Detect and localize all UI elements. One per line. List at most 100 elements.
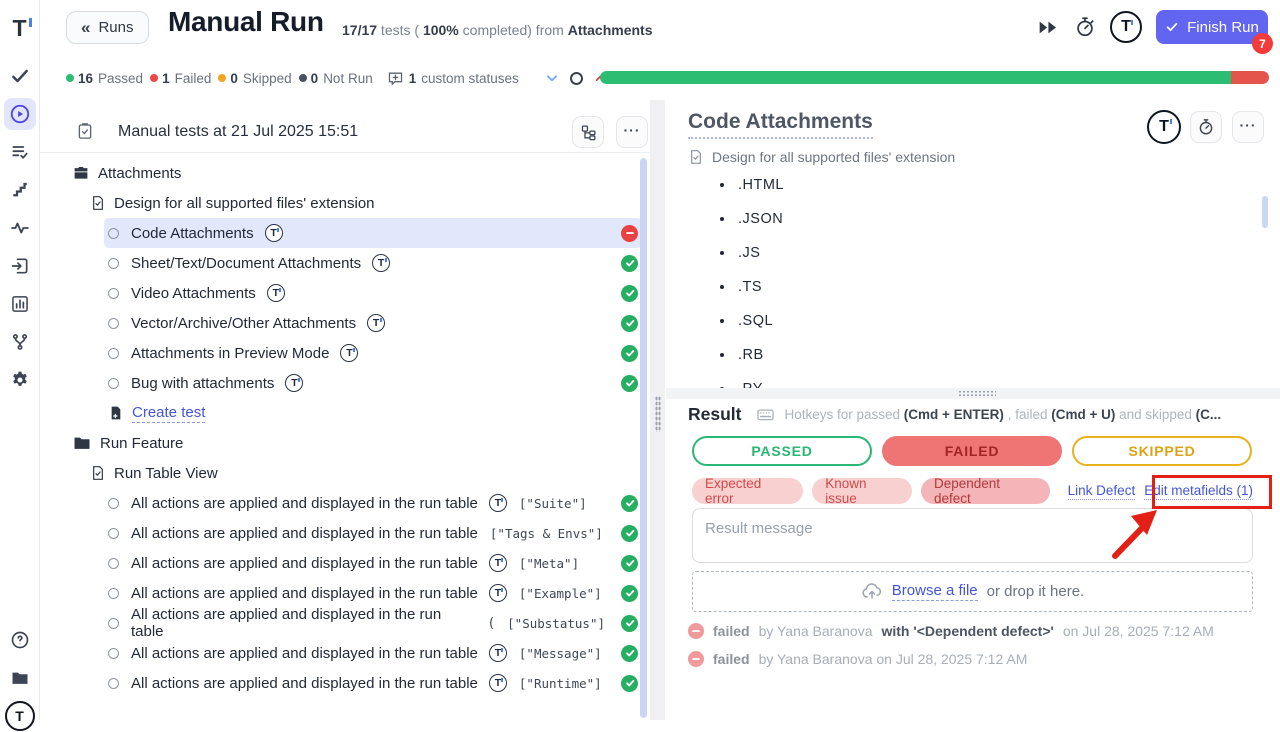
- substatus-pill[interactable]: Expected error: [692, 478, 803, 504]
- automation-badge-icon: T: [340, 344, 358, 362]
- status-passed-icon: [621, 495, 638, 512]
- test-label: Bug with attachments: [131, 375, 274, 392]
- tree-create-test-row[interactable]: Create test: [104, 398, 642, 428]
- create-test-link[interactable]: Create test: [132, 404, 205, 423]
- right-scrollbar-thumb[interactable]: [1262, 196, 1268, 228]
- test-state-circle-icon: [108, 648, 119, 659]
- detail-logo-badge[interactable]: T: [1147, 110, 1181, 144]
- substatus-pill[interactable]: Known issue: [812, 478, 912, 504]
- passed-button[interactable]: PASSED: [692, 436, 872, 466]
- status-dot-icon: [299, 74, 307, 82]
- circle-status-icon[interactable]: [570, 72, 583, 85]
- automation-badge-icon: T: [489, 494, 507, 512]
- tree-feature-row[interactable]: Design for all supported files' extensio…: [90, 188, 642, 218]
- tree-suite-row[interactable]: Attachments: [72, 158, 642, 188]
- link-defect-link[interactable]: Link Defect: [1068, 483, 1136, 500]
- tree-test-row[interactable]: Video AttachmentsT: [104, 278, 642, 308]
- test-label: All actions are applied and displayed in…: [131, 645, 478, 662]
- extension-item: .JSON: [720, 202, 1120, 236]
- custom-statuses[interactable]: 1 custom statuses: [387, 70, 519, 87]
- tree-test-row[interactable]: Attachments in Preview ModeT: [104, 338, 642, 368]
- tree-test-row[interactable]: Code Attachments T: [104, 218, 642, 248]
- status-count-not-run[interactable]: 0Not Run: [299, 71, 373, 86]
- rail-settings-icon[interactable]: [4, 364, 36, 396]
- test-state-circle-icon: [108, 288, 119, 299]
- bullet-icon: [720, 285, 724, 289]
- detail-more-button[interactable]: ···: [1232, 111, 1264, 143]
- document-check-icon: [90, 195, 106, 211]
- test-state-circle-icon: [108, 378, 119, 389]
- test-state-circle-icon: [108, 678, 119, 689]
- stopwatch-icon[interactable]: [1074, 16, 1096, 38]
- bullet-icon: [720, 183, 724, 187]
- tree-test-row[interactable]: All actions are applied and displayed in…: [104, 548, 642, 578]
- browse-file-link[interactable]: Browse a file: [892, 582, 978, 601]
- message-plus-icon: [387, 70, 404, 87]
- header-logo-badge[interactable]: T: [1110, 11, 1142, 43]
- status-dot-icon: [150, 74, 158, 82]
- check-icon: [1165, 20, 1179, 34]
- tree-test-row[interactable]: All actions are applied and displayed in…: [104, 668, 642, 698]
- test-detail-title[interactable]: Code Attachments: [688, 110, 873, 139]
- notification-badge[interactable]: 7: [1252, 33, 1273, 54]
- panel-more-button[interactable]: ···: [616, 116, 648, 148]
- rail-activity-icon[interactable]: [4, 212, 36, 244]
- rail-runs-icon[interactable]: [4, 98, 36, 130]
- rail-branches-icon[interactable]: [4, 326, 36, 358]
- rail-app-logo-icon[interactable]: T: [4, 12, 36, 44]
- failed-button[interactable]: FAILED: [882, 436, 1062, 466]
- rail-analytics-icon[interactable]: [4, 288, 36, 320]
- tree-test-row[interactable]: All actions are applied and displayed in…: [104, 518, 642, 548]
- tree-test-row[interactable]: Bug with attachmentsT: [104, 368, 642, 398]
- section-drag-handle[interactable]: [958, 390, 996, 397]
- status-count-failed[interactable]: 1Failed: [150, 71, 211, 86]
- rail-projects-icon[interactable]: [4, 662, 36, 694]
- app-window: TT « Runs Manual Run 17/17 tests ( 100% …: [0, 0, 1280, 720]
- rail-checks-icon[interactable]: [4, 60, 36, 92]
- status-count-skipped[interactable]: 0Skipped: [218, 71, 291, 86]
- tree-test-row[interactable]: All actions are applied and displayed in…: [104, 488, 642, 518]
- tree-test-row[interactable]: All actions are applied and displayed in…: [104, 638, 642, 668]
- finish-run-button[interactable]: Finish Run: [1156, 10, 1268, 44]
- substatus-pill[interactable]: Dependent defect: [921, 478, 1050, 504]
- automation-badge-icon: T: [265, 224, 283, 242]
- status-passed-icon: [621, 255, 638, 272]
- skipped-button[interactable]: SKIPPED: [1072, 436, 1252, 466]
- rail-test-plans-icon[interactable]: [4, 136, 36, 168]
- status-passed-icon: [621, 525, 638, 542]
- detail-timer-button[interactable]: [1190, 111, 1222, 143]
- test-label: All actions are applied and displayed in…: [131, 525, 478, 542]
- rail-steps-icon[interactable]: [4, 174, 36, 206]
- chevrons-left-icon: «: [81, 18, 90, 38]
- status-count-passed[interactable]: 16Passed: [66, 71, 143, 86]
- document-check-icon: [90, 465, 106, 481]
- tree-feature-row[interactable]: Run Table View: [90, 458, 642, 488]
- back-to-runs-button[interactable]: « Runs: [66, 11, 149, 44]
- history-entry: failed by Yana Baranova with '<Dependent…: [688, 620, 1268, 642]
- splitter-drag-handle[interactable]: [655, 396, 661, 432]
- tree-test-row[interactable]: All actions are applied and displayed in…: [104, 608, 642, 638]
- file-dropzone[interactable]: Browse a file or drop it here.: [692, 571, 1253, 612]
- rail-profile-icon[interactable]: T: [4, 700, 36, 732]
- test-tag: ["Substatus"]: [507, 616, 605, 631]
- status-dot-icon: [66, 74, 74, 82]
- chevron-down-icon[interactable]: [545, 71, 559, 85]
- progress-failed-segment: [1231, 71, 1269, 84]
- rail-help-icon[interactable]: [4, 624, 36, 656]
- test-label: Code Attachments: [131, 225, 254, 242]
- status-passed-icon: [621, 675, 638, 692]
- left-scrollbar-thumb[interactable]: [640, 158, 647, 718]
- automation-badge-icon: T: [267, 284, 285, 302]
- feature-label: Design for all supported files' extensio…: [114, 195, 375, 212]
- tree-suite-row[interactable]: Run Feature: [72, 428, 642, 458]
- rail-import-icon[interactable]: [4, 250, 36, 282]
- status-failed-icon: [621, 225, 638, 242]
- tree-test-row[interactable]: Vector/Archive/Other AttachmentsT: [104, 308, 642, 338]
- bullet-icon: [720, 319, 724, 323]
- finish-run-label: Finish Run: [1187, 19, 1259, 36]
- status-dot-icon: [218, 74, 226, 82]
- tree-test-row[interactable]: Sheet/Text/Document AttachmentsT: [104, 248, 642, 278]
- tree-test-row[interactable]: All actions are applied and displayed in…: [104, 578, 642, 608]
- tree-view-button[interactable]: [572, 116, 604, 148]
- fast-forward-icon[interactable]: [1038, 20, 1058, 35]
